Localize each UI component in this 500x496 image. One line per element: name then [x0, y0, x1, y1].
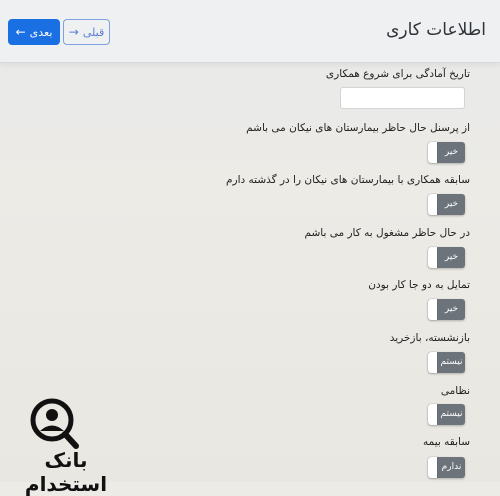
- toggle-knob: [428, 299, 437, 320]
- currently-employed-toggle[interactable]: خیر: [428, 247, 465, 268]
- toggle-value: خیر: [444, 252, 459, 262]
- next-button-label: بعدی: [29, 25, 53, 39]
- retired-label: بازنشسته، بازخرید: [389, 332, 470, 344]
- toggle-value: نیستم: [440, 409, 463, 419]
- page-title: اطلاعات کاری: [386, 20, 486, 40]
- toggle-value: خیر: [444, 147, 459, 157]
- toggle-value: ندارم: [441, 462, 462, 472]
- past-cooperation-toggle[interactable]: خیر: [428, 194, 465, 215]
- toggle-knob: [428, 247, 437, 268]
- current-staff-toggle[interactable]: خیر: [428, 142, 465, 163]
- toggle-knob: [428, 404, 437, 425]
- next-button[interactable]: ← بعدی: [8, 19, 60, 45]
- toggle-value: نیستم: [440, 357, 463, 367]
- start-date-input[interactable]: [340, 87, 465, 109]
- insurance-history-toggle[interactable]: ندارم: [428, 457, 465, 478]
- toggle-knob: [428, 352, 437, 373]
- watermark-logo: بانک استخدام: [4, 396, 124, 496]
- insurance-history-label: سابقه بیمه: [423, 436, 470, 448]
- currently-employed-label: در حال حاظر مشغول به کار می باشم: [304, 227, 470, 239]
- watermark-text: بانک استخدام: [24, 448, 108, 496]
- retired-toggle[interactable]: نیستم: [428, 352, 465, 373]
- toggle-value: خیر: [444, 304, 459, 314]
- magnifier-person-icon: [30, 398, 79, 449]
- toggle-knob: [428, 194, 437, 215]
- current-staff-label: از پرسنل حال حاظر بیمارستان های نیکان می…: [246, 122, 470, 134]
- arrow-right-icon: →: [68, 25, 79, 39]
- previous-button-label: قبلی: [82, 25, 105, 39]
- toggle-knob: [428, 457, 437, 478]
- military-toggle[interactable]: نیستم: [428, 404, 465, 425]
- arrow-left-icon: ←: [15, 25, 26, 39]
- previous-button[interactable]: → قبلی: [63, 19, 110, 45]
- page-header: اطلاعات کاری ← بعدی → قبلی: [0, 0, 500, 63]
- past-cooperation-label: سابقه همکاری با بیمارستان های نیکان را د…: [226, 174, 470, 186]
- toggle-knob: [428, 142, 437, 163]
- toggle-value: خیر: [444, 199, 459, 209]
- two-jobs-toggle[interactable]: خیر: [428, 299, 465, 320]
- military-label: نظامی: [440, 385, 470, 397]
- start-date-label: تاریخ آمادگی برای شروع همکاری: [325, 68, 470, 80]
- two-jobs-label: تمایل به دو جا کار بودن: [368, 279, 470, 291]
- page: اطلاعات کاری ← بعدی → قبلی تاریخ آمادگی …: [0, 0, 500, 496]
